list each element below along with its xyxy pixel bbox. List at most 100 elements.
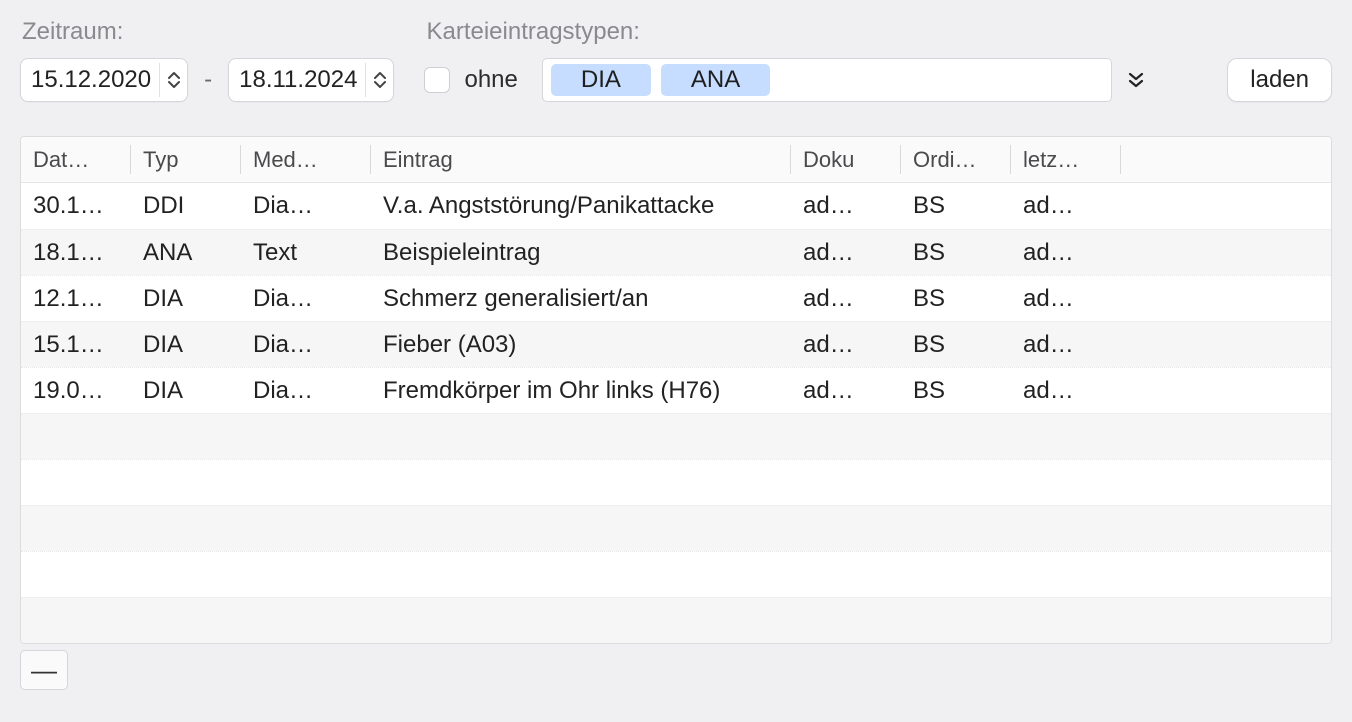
cell-empty bbox=[371, 460, 791, 505]
table-row-empty bbox=[21, 459, 1331, 505]
cell-spacer bbox=[1121, 230, 1331, 275]
date-from-input[interactable]: 15.12.2020 bbox=[20, 58, 188, 102]
cell-eintrag: V.a. Angststörung/Panikattacke bbox=[371, 183, 791, 229]
table-row-empty bbox=[21, 597, 1331, 643]
cell-empty bbox=[21, 460, 131, 505]
cell-empty bbox=[1121, 506, 1331, 551]
col-doku[interactable]: Doku bbox=[791, 137, 901, 182]
table-row-empty bbox=[21, 505, 1331, 551]
types-group: Karteieintragstypen: ohne DIA ANA laden bbox=[424, 18, 1332, 102]
cell-med: Dia… bbox=[241, 368, 371, 413]
cell-date: 12.1… bbox=[21, 276, 131, 321]
cell-empty bbox=[901, 414, 1011, 459]
cell-empty bbox=[371, 506, 791, 551]
cell-doku: ad… bbox=[791, 183, 901, 229]
cell-empty bbox=[1011, 506, 1121, 551]
types-row: ohne DIA ANA laden bbox=[424, 58, 1332, 102]
zeitraum-group: Zeitraum: 15.12.2020 - 18.11.2024 bbox=[20, 18, 394, 102]
cell-med: Dia… bbox=[241, 183, 371, 229]
cell-empty bbox=[901, 506, 1011, 551]
cell-ordi: BS bbox=[901, 322, 1011, 367]
minus-icon: — bbox=[31, 655, 57, 686]
cell-spacer bbox=[1121, 322, 1331, 367]
cell-empty bbox=[791, 460, 901, 505]
table-row-empty bbox=[21, 413, 1331, 459]
col-date[interactable]: Dat… bbox=[21, 137, 131, 182]
col-med[interactable]: Med… bbox=[241, 137, 371, 182]
cell-empty bbox=[1121, 598, 1331, 643]
chevron-down-icon bbox=[373, 80, 387, 89]
date-to-stepper[interactable] bbox=[365, 63, 389, 97]
double-chevron-down-icon bbox=[1127, 70, 1145, 90]
table-row[interactable]: 12.1…DIADia…Schmerz generalisiert/anad…B… bbox=[21, 275, 1331, 321]
cell-empty bbox=[371, 552, 791, 597]
col-typ[interactable]: Typ bbox=[131, 137, 241, 182]
cell-letz: ad… bbox=[1011, 183, 1121, 229]
cell-empty bbox=[131, 414, 241, 459]
ohne-checkbox[interactable] bbox=[424, 67, 450, 93]
cell-letz: ad… bbox=[1011, 368, 1121, 413]
cell-empty bbox=[371, 414, 791, 459]
cell-doku: ad… bbox=[791, 322, 901, 367]
cell-empty bbox=[131, 598, 241, 643]
cell-doku: ad… bbox=[791, 230, 901, 275]
cell-date: 19.0… bbox=[21, 368, 131, 413]
table-row[interactable]: 19.0…DIADia…Fremdkörper im Ohr links (H7… bbox=[21, 367, 1331, 413]
cell-date: 15.1… bbox=[21, 322, 131, 367]
cell-empty bbox=[241, 506, 371, 551]
remove-row-button[interactable]: — bbox=[20, 650, 68, 690]
cell-empty bbox=[21, 506, 131, 551]
cell-spacer bbox=[1121, 276, 1331, 321]
cell-ordi: BS bbox=[901, 368, 1011, 413]
cell-empty bbox=[791, 506, 901, 551]
cell-med: Dia… bbox=[241, 322, 371, 367]
cell-spacer bbox=[1121, 183, 1331, 229]
cell-date: 30.1… bbox=[21, 183, 131, 229]
cell-eintrag: Schmerz generalisiert/an bbox=[371, 276, 791, 321]
cell-eintrag: Fremdkörper im Ohr links (H76) bbox=[371, 368, 791, 413]
cell-typ: DIA bbox=[131, 276, 241, 321]
cell-empty bbox=[131, 460, 241, 505]
table-row[interactable]: 18.1…ANATextBeispieleintragad…BSad… bbox=[21, 229, 1331, 275]
types-tag-input[interactable]: DIA ANA bbox=[542, 58, 1112, 102]
load-button-label: laden bbox=[1250, 66, 1309, 94]
cell-empty bbox=[1011, 598, 1121, 643]
cell-date: 18.1… bbox=[21, 230, 131, 275]
col-ordi[interactable]: Ordi… bbox=[901, 137, 1011, 182]
date-to-input[interactable]: 18.11.2024 bbox=[228, 58, 394, 102]
types-expand-button[interactable] bbox=[1122, 58, 1150, 102]
cell-empty bbox=[131, 552, 241, 597]
cell-letz: ad… bbox=[1011, 230, 1121, 275]
cell-empty bbox=[241, 552, 371, 597]
cell-letz: ad… bbox=[1011, 322, 1121, 367]
date-from-stepper[interactable] bbox=[159, 63, 183, 97]
cell-typ: DIA bbox=[131, 322, 241, 367]
table-row-empty bbox=[21, 551, 1331, 597]
zeitraum-row: 15.12.2020 - 18.11.2024 bbox=[20, 58, 394, 102]
cell-ordi: BS bbox=[901, 230, 1011, 275]
table-body: 30.1…DDIDia…V.a. Angststörung/Panikattac… bbox=[21, 183, 1331, 643]
toolbar: Zeitraum: 15.12.2020 - 18.11.2024 bbox=[20, 18, 1332, 102]
cell-spacer bbox=[1121, 368, 1331, 413]
cell-empty bbox=[791, 598, 901, 643]
cell-empty bbox=[901, 552, 1011, 597]
date-separator: - bbox=[198, 66, 218, 94]
cell-typ: ANA bbox=[131, 230, 241, 275]
cell-ordi: BS bbox=[901, 183, 1011, 229]
cell-empty bbox=[21, 552, 131, 597]
cell-empty bbox=[1011, 414, 1121, 459]
load-button[interactable]: laden bbox=[1227, 58, 1332, 102]
table-footer: — bbox=[20, 650, 1332, 690]
table-header-row: Dat… Typ Med… Eintrag Doku Ordi… letz… bbox=[21, 137, 1331, 183]
type-tag[interactable]: ANA bbox=[661, 64, 770, 96]
cell-empty bbox=[901, 598, 1011, 643]
cell-empty bbox=[21, 414, 131, 459]
col-eintrag[interactable]: Eintrag bbox=[371, 137, 791, 182]
cell-typ: DIA bbox=[131, 368, 241, 413]
cell-empty bbox=[1121, 460, 1331, 505]
type-tag[interactable]: DIA bbox=[551, 64, 651, 96]
table-row[interactable]: 30.1…DDIDia…V.a. Angststörung/Panikattac… bbox=[21, 183, 1331, 229]
table-row[interactable]: 15.1…DIADia…Fieber (A03)ad…BSad… bbox=[21, 321, 1331, 367]
chevron-up-icon bbox=[167, 71, 181, 80]
col-letz[interactable]: letz… bbox=[1011, 137, 1121, 182]
